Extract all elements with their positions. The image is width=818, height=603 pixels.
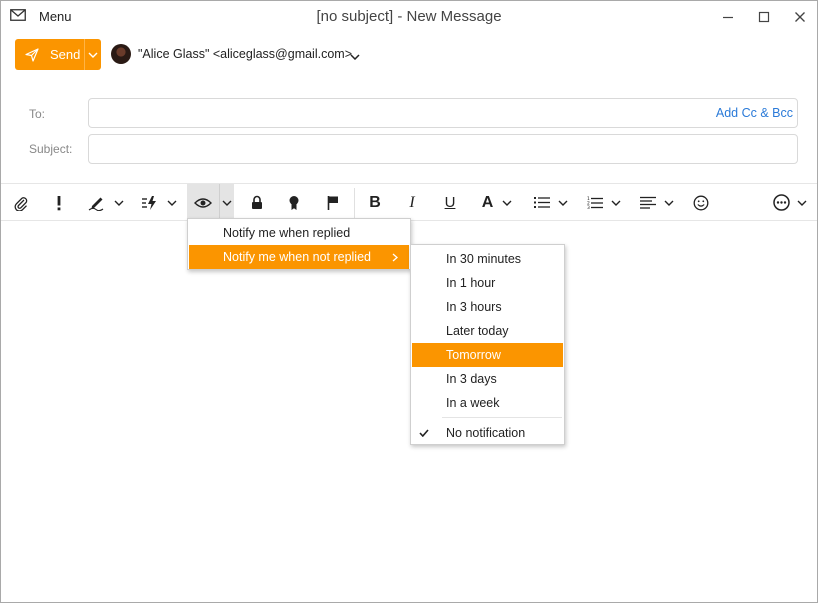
more-options-button[interactable] <box>767 184 813 221</box>
encrypt-button[interactable] <box>243 184 271 221</box>
menu-item-label: Notify me when replied <box>223 226 351 240</box>
subject-field[interactable] <box>88 134 798 164</box>
italic-icon: I <box>409 193 415 211</box>
eye-icon <box>194 197 212 208</box>
chevron-down-icon <box>167 200 177 206</box>
italic-button[interactable]: I <box>398 184 426 221</box>
numbered-list-button[interactable]: 123 <box>582 184 626 221</box>
menu-item-label: In 1 hour <box>446 276 496 290</box>
quick-parts-icon <box>142 195 156 210</box>
close-button[interactable] <box>785 5 815 29</box>
bullet-list-icon <box>534 197 550 208</box>
in-30-minutes-item[interactable]: In 30 minutes <box>412 247 563 271</box>
importance-button[interactable] <box>45 184 73 221</box>
send-options-button[interactable] <box>85 39 101 70</box>
chevron-down-icon <box>611 200 621 206</box>
minimize-button[interactable] <box>713 5 743 29</box>
menu-item-label: Tomorrow <box>446 348 501 362</box>
to-field[interactable]: Add Cc & Bcc <box>88 98 798 128</box>
tracking-button[interactable] <box>187 184 219 221</box>
chevron-down-icon <box>664 200 674 206</box>
attach-button[interactable] <box>7 184 35 221</box>
from-account[interactable]: "Alice Glass" <aliceglass@gmail.com> <box>138 47 352 61</box>
in-1-hour-item[interactable]: In 1 hour <box>412 271 563 295</box>
message-body[interactable] <box>1 222 817 602</box>
in-3-days-item[interactable]: In 3 days <box>412 367 563 391</box>
font-color-icon: A <box>481 193 494 211</box>
maximize-button[interactable] <box>749 5 779 29</box>
title-bar: Menu [no subject] - New Message <box>1 1 817 33</box>
numbered-list-icon: 123 <box>587 196 603 210</box>
bold-button[interactable]: B <box>361 184 389 221</box>
menu-item-label: In a week <box>446 396 500 410</box>
sign-button[interactable] <box>280 184 308 221</box>
menu-item-label: Notify me when not replied <box>223 250 371 264</box>
emoji-button[interactable] <box>687 184 715 221</box>
align-button[interactable] <box>635 184 679 221</box>
compose-window: Menu [no subject] - New Message Send "Al… <box>0 0 818 603</box>
menu-item-label: In 3 hours <box>446 300 502 314</box>
minimize-icon <box>723 16 733 19</box>
chevron-down-icon <box>350 54 360 61</box>
pen-icon <box>88 197 104 211</box>
window-title: [no subject] - New Message <box>316 8 502 25</box>
exclamation-icon <box>57 195 61 210</box>
svg-text:3: 3 <box>587 205 590 210</box>
send-button-group: Send <box>15 39 101 70</box>
formatting-toolbar: B I U A 123 <box>1 183 817 221</box>
tomorrow-item[interactable]: Tomorrow <box>412 343 563 367</box>
font-color-button[interactable]: A <box>475 184 519 221</box>
add-cc-bcc-link[interactable]: Add Cc & Bcc <box>716 106 793 120</box>
send-button[interactable]: Send <box>15 39 83 70</box>
flag-icon <box>327 196 338 210</box>
emoji-icon <box>693 195 709 210</box>
maximize-icon <box>758 11 770 23</box>
chevron-down-icon <box>797 200 807 206</box>
in-3-hours-item[interactable]: In 3 hours <box>412 295 563 319</box>
chevron-down-icon <box>114 200 124 206</box>
avatar <box>111 44 131 64</box>
align-icon <box>640 196 656 209</box>
more-icon <box>773 194 790 211</box>
close-icon <box>795 12 805 22</box>
lock-icon <box>252 195 262 209</box>
reminder-submenu: In 30 minutes In 1 hour In 3 hours Later… <box>410 244 565 445</box>
tracking-dropdown[interactable] <box>219 184 234 221</box>
checkmark-icon <box>419 429 429 437</box>
menu-item-label: Later today <box>446 324 509 338</box>
from-dropdown[interactable] <box>350 48 360 63</box>
send-label: Send <box>50 47 81 62</box>
chevron-right-icon <box>392 253 398 262</box>
menu-divider <box>442 417 562 418</box>
underline-icon: U <box>444 194 456 211</box>
notify-when-replied-item[interactable]: Notify me when replied <box>189 221 409 245</box>
menu-item-label: In 30 minutes <box>446 252 522 266</box>
signature-button[interactable] <box>83 184 129 221</box>
bullet-list-button[interactable] <box>529 184 573 221</box>
menu-item-label: In 3 days <box>446 372 497 386</box>
chevron-down-icon <box>222 200 232 206</box>
chevron-down-icon <box>502 200 512 206</box>
tracking-menu: Notify me when replied Notify me when no… <box>187 218 411 270</box>
underline-button[interactable]: U <box>436 184 464 221</box>
to-label: To: <box>29 107 46 121</box>
flag-button[interactable] <box>319 184 347 221</box>
send-icon <box>25 47 39 62</box>
seal-icon <box>289 195 299 210</box>
in-a-week-item[interactable]: In a week <box>412 391 563 415</box>
menu-item-label: No notification <box>446 426 526 440</box>
bold-icon: B <box>369 193 381 211</box>
later-today-item[interactable]: Later today <box>412 319 563 343</box>
quick-parts-button[interactable] <box>137 184 181 221</box>
toolbar-separator <box>354 188 355 218</box>
no-notification-item[interactable]: No notification <box>412 421 563 445</box>
paperclip-icon <box>14 196 28 211</box>
notify-when-not-replied-item[interactable]: Notify me when not replied <box>189 245 409 269</box>
subject-label: Subject: <box>29 142 73 156</box>
chevron-down-icon <box>88 52 98 58</box>
chevron-down-icon <box>558 200 568 206</box>
